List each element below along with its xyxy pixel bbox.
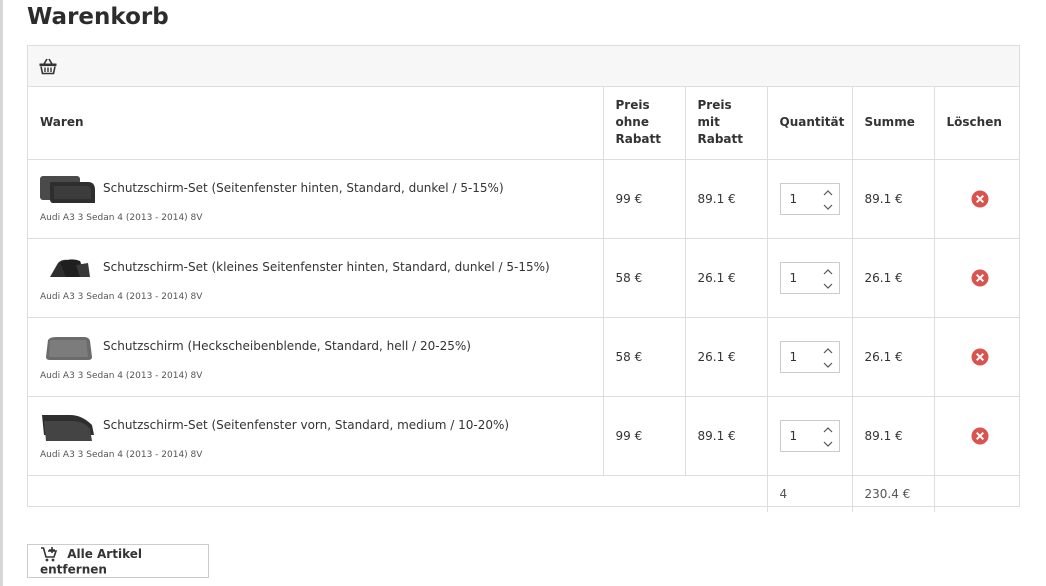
quantity-cell: 1 [767,317,853,397]
product-thumbnail[interactable] [40,172,96,208]
product-thumbnail[interactable] [40,251,96,287]
col-header-waren: Waren [28,87,604,160]
totals-empty [934,475,1019,512]
cart-table: Waren Preis ohne Rabatt Preis mit Rabatt… [28,87,1019,512]
product-cell: Schutzschirm-Set (Seitenfenster vorn, St… [28,396,604,476]
product-cell: Schutzschirm (Heckscheibenblende, Standa… [28,317,604,397]
table-row: Schutzschirm (Heckscheibenblende, Standa… [28,317,1019,397]
col-header-loeschen: Löschen [934,87,1019,160]
remove-all-button[interactable]: Alle Artikel entfernen [27,544,209,578]
quantity-stepper[interactable]: 1 [779,261,840,294]
col-header-quantitaet: Quantität [767,87,853,160]
left-border [0,0,3,586]
delete-icon[interactable] [971,427,989,445]
table-row: Schutzschirm-Set (kleines Seitenfenster … [28,238,1019,318]
delete-cell [934,317,1019,397]
price-cell: 99 € [603,159,686,239]
delete-cell [934,396,1019,476]
sum-cell: 89.1 € [852,159,935,239]
sum-cell: 26.1 € [852,238,935,318]
product-thumbnail[interactable] [40,409,96,445]
delete-icon[interactable] [971,348,989,366]
price-cell: 58 € [603,238,686,318]
quantity-stepper[interactable]: 1 [779,419,840,452]
product-thumbnail[interactable] [40,330,96,366]
spinner-arrows-icon[interactable] [822,345,834,371]
total-quantity: 4 [767,475,853,512]
page-title: Warenkorb [27,4,169,30]
spinner-arrows-icon[interactable] [822,266,834,292]
delete-icon[interactable] [971,190,989,208]
cart-panel-header [28,46,1019,87]
price-cell: 58 € [603,317,686,397]
total-sum: 230.4 € [852,475,935,512]
quantity-stepper[interactable]: 1 [779,182,840,215]
product-name[interactable]: Schutzschirm-Set (kleines Seitenfenster … [103,260,550,274]
spinner-arrows-icon[interactable] [822,187,834,213]
product-vehicle: Audi A3 3 Sedan 4 (2013 - 2014) 8V [40,449,203,460]
product-vehicle: Audi A3 3 Sedan 4 (2013 - 2014) 8V [40,370,203,381]
product-vehicle: Audi A3 3 Sedan 4 (2013 - 2014) 8V [40,291,203,302]
quantity-cell: 1 [767,396,853,476]
price-cell: 99 € [603,396,686,476]
spinner-arrows-icon[interactable] [822,424,834,450]
quantity-value[interactable]: 1 [790,350,798,364]
quantity-value[interactable]: 1 [790,429,798,443]
sum-cell: 89.1 € [852,396,935,476]
quantity-value[interactable]: 1 [790,192,798,206]
sum-cell: 26.1 € [852,317,935,397]
delete-cell [934,238,1019,318]
discount-price-cell: 89.1 € [685,396,768,476]
product-name[interactable]: Schutzschirm-Set (Seitenfenster vorn, St… [103,418,509,432]
product-name[interactable]: Schutzschirm-Set (Seitenfenster hinten, … [103,181,504,195]
table-row: Schutzschirm-Set (Seitenfenster vorn, St… [28,396,1019,476]
col-header-summe: Summe [852,87,935,160]
delete-cell [934,159,1019,239]
quantity-value[interactable]: 1 [790,271,798,285]
totals-row: 4 230.4 € [28,475,1019,512]
table-row: Schutzschirm-Set (Seitenfenster hinten, … [28,159,1019,239]
discount-price-cell: 26.1 € [685,317,768,397]
totals-spacer [28,475,768,512]
basket-icon [39,58,57,75]
quantity-stepper[interactable]: 1 [779,340,840,373]
table-header-row: Waren Preis ohne Rabatt Preis mit Rabatt… [28,87,1019,160]
cart-panel: Waren Preis ohne Rabatt Preis mit Rabatt… [27,45,1020,512]
product-name[interactable]: Schutzschirm (Heckscheibenblende, Standa… [103,339,471,353]
discount-price-cell: 26.1 € [685,238,768,318]
product-vehicle: Audi A3 3 Sedan 4 (2013 - 2014) 8V [40,212,203,223]
product-cell: Schutzschirm-Set (Seitenfenster hinten, … [28,159,604,239]
col-header-preis-ohne-rabatt: Preis ohne Rabatt [603,87,686,160]
discount-price-cell: 89.1 € [685,159,768,239]
cart-remove-icon [41,546,58,562]
product-cell: Schutzschirm-Set (kleines Seitenfenster … [28,238,604,318]
delete-icon[interactable] [971,269,989,287]
quantity-cell: 1 [767,238,853,318]
quantity-cell: 1 [767,159,853,239]
col-header-preis-mit-rabatt: Preis mit Rabatt [685,87,768,160]
